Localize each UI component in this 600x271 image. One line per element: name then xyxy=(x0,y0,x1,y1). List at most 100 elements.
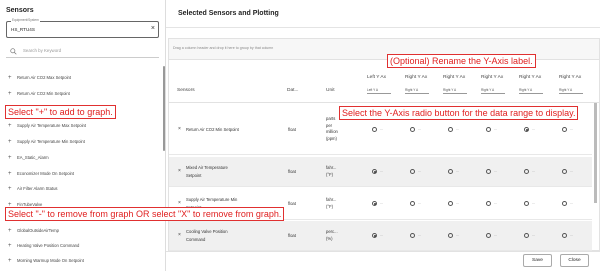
search-input[interactable]: Search by Keyword xyxy=(6,47,159,58)
row-sensor-name-line: Supply Air Temperature Min xyxy=(186,197,238,202)
axis-radio[interactable] xyxy=(524,169,529,174)
sensor-item-label: Economizer Mode On Setpoint xyxy=(17,171,75,176)
axis-radio[interactable] xyxy=(372,169,377,174)
row-datatype: float xyxy=(288,169,296,174)
axis-radio[interactable] xyxy=(372,201,377,206)
axis-more-indicator: ... xyxy=(570,126,574,131)
axis-label-input[interactable]: Right Y A xyxy=(405,88,429,94)
sensor-list-item[interactable]: + Supply Air Temperature Min Setpoint xyxy=(8,138,85,145)
remove-x-icon[interactable]: × xyxy=(178,126,181,132)
remove-x-icon[interactable]: × xyxy=(178,200,181,206)
axis-label-input[interactable]: Right Y A xyxy=(519,88,543,94)
axis-radio[interactable] xyxy=(562,127,567,132)
save-button[interactable]: Save xyxy=(523,254,552,267)
axis-radio[interactable] xyxy=(486,201,491,206)
axis-more-indicator: ... xyxy=(570,168,574,173)
grid-scrollbar[interactable] xyxy=(594,103,597,203)
header-axis[interactable]: Right Y Ax xyxy=(559,75,581,80)
axis-radio[interactable] xyxy=(524,233,529,238)
header-axis[interactable]: Right Y Ax xyxy=(481,75,503,80)
sensor-list-item[interactable]: + Economizer Mode On Setpoint xyxy=(8,170,74,177)
add-icon[interactable]: + xyxy=(8,186,17,192)
axis-radio[interactable] xyxy=(410,127,415,132)
search-placeholder: Search by Keyword xyxy=(23,48,62,53)
row-unit-line: per xyxy=(326,122,333,128)
axis-more-indicator: ... xyxy=(418,232,422,237)
axis-radio[interactable] xyxy=(448,169,453,174)
header-axis[interactable]: Right Y Ax xyxy=(519,75,541,80)
remove-x-icon[interactable]: × xyxy=(178,168,181,174)
header-sensors[interactable]: Sensors xyxy=(177,88,195,93)
close-button[interactable]: Close xyxy=(560,254,589,267)
sensor-list-item[interactable]: + Air Filter Alarm Status xyxy=(8,185,58,192)
axis-radio[interactable] xyxy=(562,201,567,206)
axis-label-input[interactable]: Left Y A xyxy=(367,88,391,94)
axis-more-indicator: ... xyxy=(570,232,574,237)
sensor-list-item[interactable]: + Return Air CO2 Min Setpoint xyxy=(8,90,70,97)
axis-label-input[interactable]: Right Y A xyxy=(481,88,505,94)
group-hint: Drag a column header and drop it here to… xyxy=(173,46,274,50)
axis-label-input[interactable]: Right Y A xyxy=(559,88,583,94)
add-icon[interactable]: + xyxy=(8,228,17,234)
row-sensor-name-line: Mixed Air Temperature xyxy=(186,165,228,170)
axis-more-indicator: ... xyxy=(456,168,460,173)
axis-more-indicator: ... xyxy=(380,232,384,237)
axis-more-indicator: ... xyxy=(532,126,536,131)
header-axis[interactable]: Right Y Ax xyxy=(405,75,427,80)
sensor-item-label: Heating Valve Position Command xyxy=(17,243,80,248)
axis-radio[interactable] xyxy=(410,233,415,238)
row-unit-line: (°F) xyxy=(326,203,334,209)
sensor-list-item[interactable]: + Heating Valve Position Command xyxy=(8,242,79,249)
axis-radio[interactable] xyxy=(372,233,377,238)
sensor-list-item[interactable]: + Return Air CO2 Max Setpoint xyxy=(8,74,71,81)
header-unit[interactable]: Unit xyxy=(326,88,335,93)
axis-radio[interactable] xyxy=(410,201,415,206)
add-icon[interactable]: + xyxy=(8,139,17,145)
axis-radio[interactable] xyxy=(562,233,567,238)
axis-radio[interactable] xyxy=(524,127,529,132)
sensor-item-label: Return Air CO2 Min Setpoint xyxy=(17,91,70,96)
clear-icon[interactable]: × xyxy=(151,25,155,32)
add-icon[interactable]: + xyxy=(8,75,17,81)
row-unit: parts per million (ppm) xyxy=(326,116,338,143)
axis-radio[interactable] xyxy=(486,127,491,132)
remove-x-icon[interactable]: × xyxy=(178,232,181,238)
add-icon[interactable]: + xyxy=(8,91,17,97)
header-axis[interactable]: Left Y Ax xyxy=(367,75,386,80)
axis-radio[interactable] xyxy=(448,233,453,238)
axis-radio[interactable] xyxy=(448,201,453,206)
axis-radio[interactable] xyxy=(562,169,567,174)
sensor-list-item[interactable]: + EA_Static_Alarm xyxy=(8,154,49,161)
add-icon[interactable]: + xyxy=(8,123,17,129)
equipment-system-field[interactable]: Equipment/System HS_RTU4S × xyxy=(6,18,159,38)
add-icon[interactable]: + xyxy=(8,243,17,249)
sensor-list-scrollbar[interactable] xyxy=(163,66,165,151)
sensor-item-label: Supply Air Temperature Min Setpoint xyxy=(17,139,85,144)
row-sensor-name: Return Air CO2 Min Setpoint xyxy=(186,126,239,134)
add-icon[interactable]: + xyxy=(8,171,17,177)
sensor-list-item[interactable]: + GlobalOutsideAirTemp xyxy=(8,227,59,234)
axis-radio[interactable] xyxy=(372,127,377,132)
axis-radio[interactable] xyxy=(486,233,491,238)
axis-more-indicator: ... xyxy=(456,200,460,205)
sensor-list-item[interactable]: + Morning Warmup Mode On Setpoint xyxy=(8,257,84,264)
axis-more-indicator: ... xyxy=(418,200,422,205)
add-icon[interactable]: + xyxy=(8,258,17,264)
axis-more-indicator: ... xyxy=(532,168,536,173)
add-icon[interactable]: + xyxy=(8,155,17,161)
axis-radio[interactable] xyxy=(410,169,415,174)
axis-more-indicator: ... xyxy=(532,232,536,237)
annotation-rename: (Optional) Rename the Y-Axis label. xyxy=(387,54,536,68)
row-unit: fahr... (°F) xyxy=(326,197,336,210)
axis-label-input[interactable]: Right Y A xyxy=(443,88,467,94)
header-axis[interactable]: Right Y Ax xyxy=(443,75,465,80)
axis-radio[interactable] xyxy=(486,169,491,174)
row-datatype: float xyxy=(288,233,296,238)
axis-radio[interactable] xyxy=(524,201,529,206)
plotting-panel: Selected Sensors and Plotting Drag a col… xyxy=(166,0,600,271)
sensor-list-item[interactable]: + Supply Air Temperature Max Setpoint xyxy=(8,122,86,129)
axis-radio[interactable] xyxy=(448,127,453,132)
axis-more-indicator: ... xyxy=(380,126,384,131)
header-datatype[interactable]: Dat... xyxy=(287,88,298,93)
annotation-add: Select "+" to add to graph. xyxy=(5,105,116,119)
